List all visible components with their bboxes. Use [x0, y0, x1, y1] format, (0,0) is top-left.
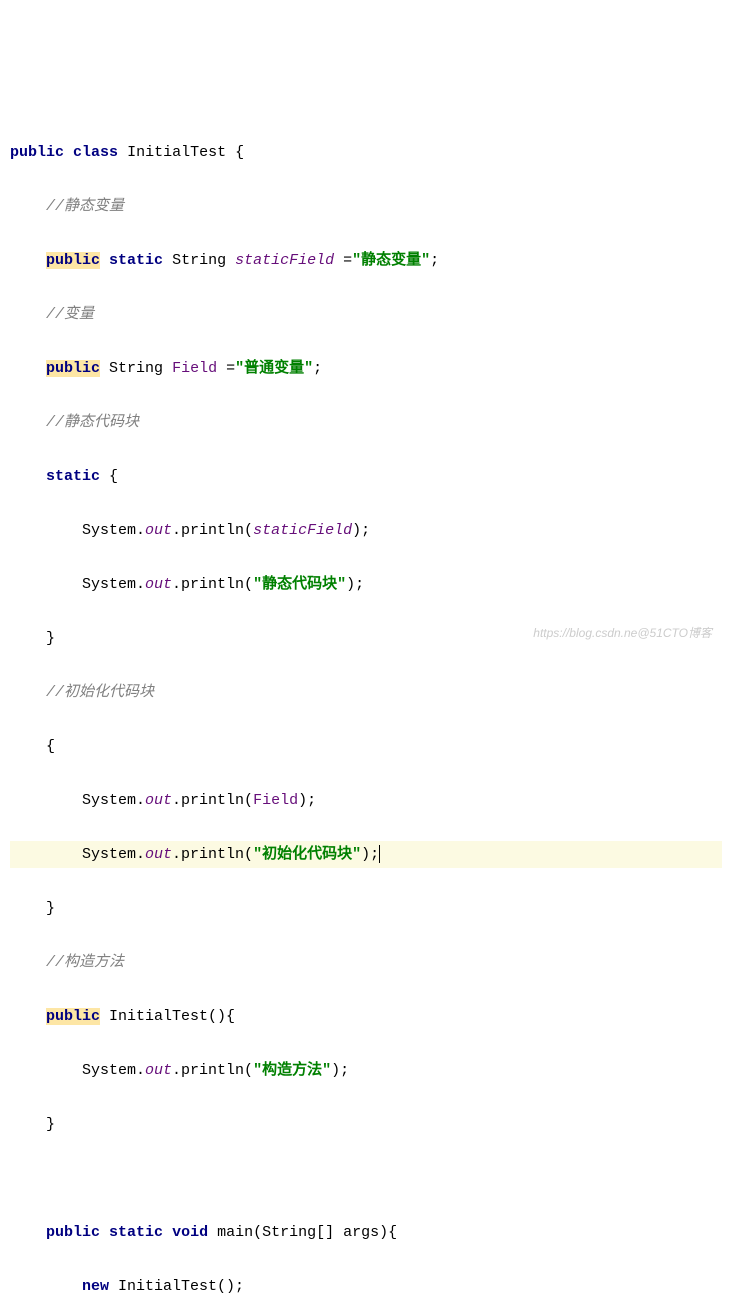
println: .println(: [172, 1062, 253, 1079]
system-call: System.: [82, 1062, 145, 1079]
close-paren: );: [352, 522, 370, 539]
comment: //构造方法: [46, 954, 124, 971]
system-call: System.: [82, 792, 145, 809]
brace: }: [46, 900, 55, 917]
field-name: staticField: [235, 252, 334, 269]
keyword-class: class: [73, 144, 118, 161]
println: .println(: [172, 522, 253, 539]
comment: //静态变量: [46, 198, 124, 215]
string-literal: "普通变量": [235, 360, 313, 377]
code-line: System.out.println("构造方法");: [10, 1057, 722, 1084]
constructor-call: InitialTest();: [109, 1278, 244, 1295]
code-line: public class InitialTest {: [10, 139, 722, 166]
close-paren: );: [361, 846, 379, 863]
out-field: out: [145, 792, 172, 809]
keyword-static: static: [109, 1224, 163, 1241]
code-line: static {: [10, 463, 722, 490]
type-string: String: [172, 252, 226, 269]
code-line: }: [10, 895, 722, 922]
out-field: out: [145, 522, 172, 539]
comment: //变量: [46, 306, 94, 323]
keyword-public: public: [46, 360, 100, 377]
code-line: System.out.println(Field);: [10, 787, 722, 814]
brace: {: [46, 738, 55, 755]
keyword-public: public: [46, 252, 100, 269]
system-call: System.: [82, 846, 145, 863]
code-line: [10, 1165, 722, 1192]
code-line: //初始化代码块: [10, 679, 722, 706]
arg-field: staticField: [253, 522, 352, 539]
code-line: }: [10, 1111, 722, 1138]
out-field: out: [145, 846, 172, 863]
brace: }: [46, 1116, 55, 1133]
constructor-sig: InitialTest(){: [100, 1008, 235, 1025]
keyword-static: static: [46, 468, 100, 485]
equals: =: [217, 360, 235, 377]
close-paren: );: [346, 576, 364, 593]
out-field: out: [145, 1062, 172, 1079]
code-line: public static String staticField ="静态变量"…: [10, 247, 722, 274]
keyword-public: public: [46, 1008, 100, 1025]
string-literal: "构造方法": [253, 1062, 331, 1079]
equals: =: [334, 252, 352, 269]
semicolon: ;: [313, 360, 322, 377]
println: .println(: [172, 576, 253, 593]
code-line: System.out.println("静态代码块");: [10, 571, 722, 598]
code-line-highlighted: System.out.println("初始化代码块");: [10, 841, 722, 868]
string-literal: "静态代码块": [253, 576, 346, 593]
system-call: System.: [82, 522, 145, 539]
code-line: //构造方法: [10, 949, 722, 976]
out-field: out: [145, 576, 172, 593]
cursor-icon: [379, 845, 380, 863]
string-literal: "静态变量": [352, 252, 430, 269]
println: .println(: [172, 846, 253, 863]
keyword-new: new: [82, 1278, 109, 1295]
arg-field: Field: [253, 792, 298, 809]
string-literal: "初始化代码块": [253, 846, 361, 863]
keyword-void: void: [172, 1224, 208, 1241]
keyword-public: public: [10, 144, 64, 161]
main-sig: main(String[] args){: [208, 1224, 397, 1241]
brace: {: [100, 468, 118, 485]
code-line: System.out.println(staticField);: [10, 517, 722, 544]
keyword-static: static: [109, 252, 163, 269]
type-string: String: [109, 360, 163, 377]
code-line: //变量: [10, 301, 722, 328]
brace: {: [226, 144, 244, 161]
brace: }: [46, 630, 55, 647]
comment: //初始化代码块: [46, 684, 154, 701]
close-paren: );: [331, 1062, 349, 1079]
watermark-text: https://blog.csdn.ne@51CTO博客: [533, 620, 712, 647]
code-block: public class InitialTest { //静态变量 public…: [10, 112, 722, 1310]
code-line: public static void main(String[] args){: [10, 1219, 722, 1246]
code-line: //静态代码块: [10, 409, 722, 436]
class-name: InitialTest: [127, 144, 226, 161]
keyword-public: public: [46, 1224, 100, 1241]
close-paren: );: [298, 792, 316, 809]
println: .println(: [172, 792, 253, 809]
code-line: //静态变量: [10, 193, 722, 220]
field-name: Field: [172, 360, 217, 377]
comment: //静态代码块: [46, 414, 139, 431]
code-line: {: [10, 733, 722, 760]
code-line: new InitialTest();: [10, 1273, 722, 1300]
code-line: public String Field ="普通变量";: [10, 355, 722, 382]
semicolon: ;: [430, 252, 439, 269]
code-line: public InitialTest(){: [10, 1003, 722, 1030]
system-call: System.: [82, 576, 145, 593]
